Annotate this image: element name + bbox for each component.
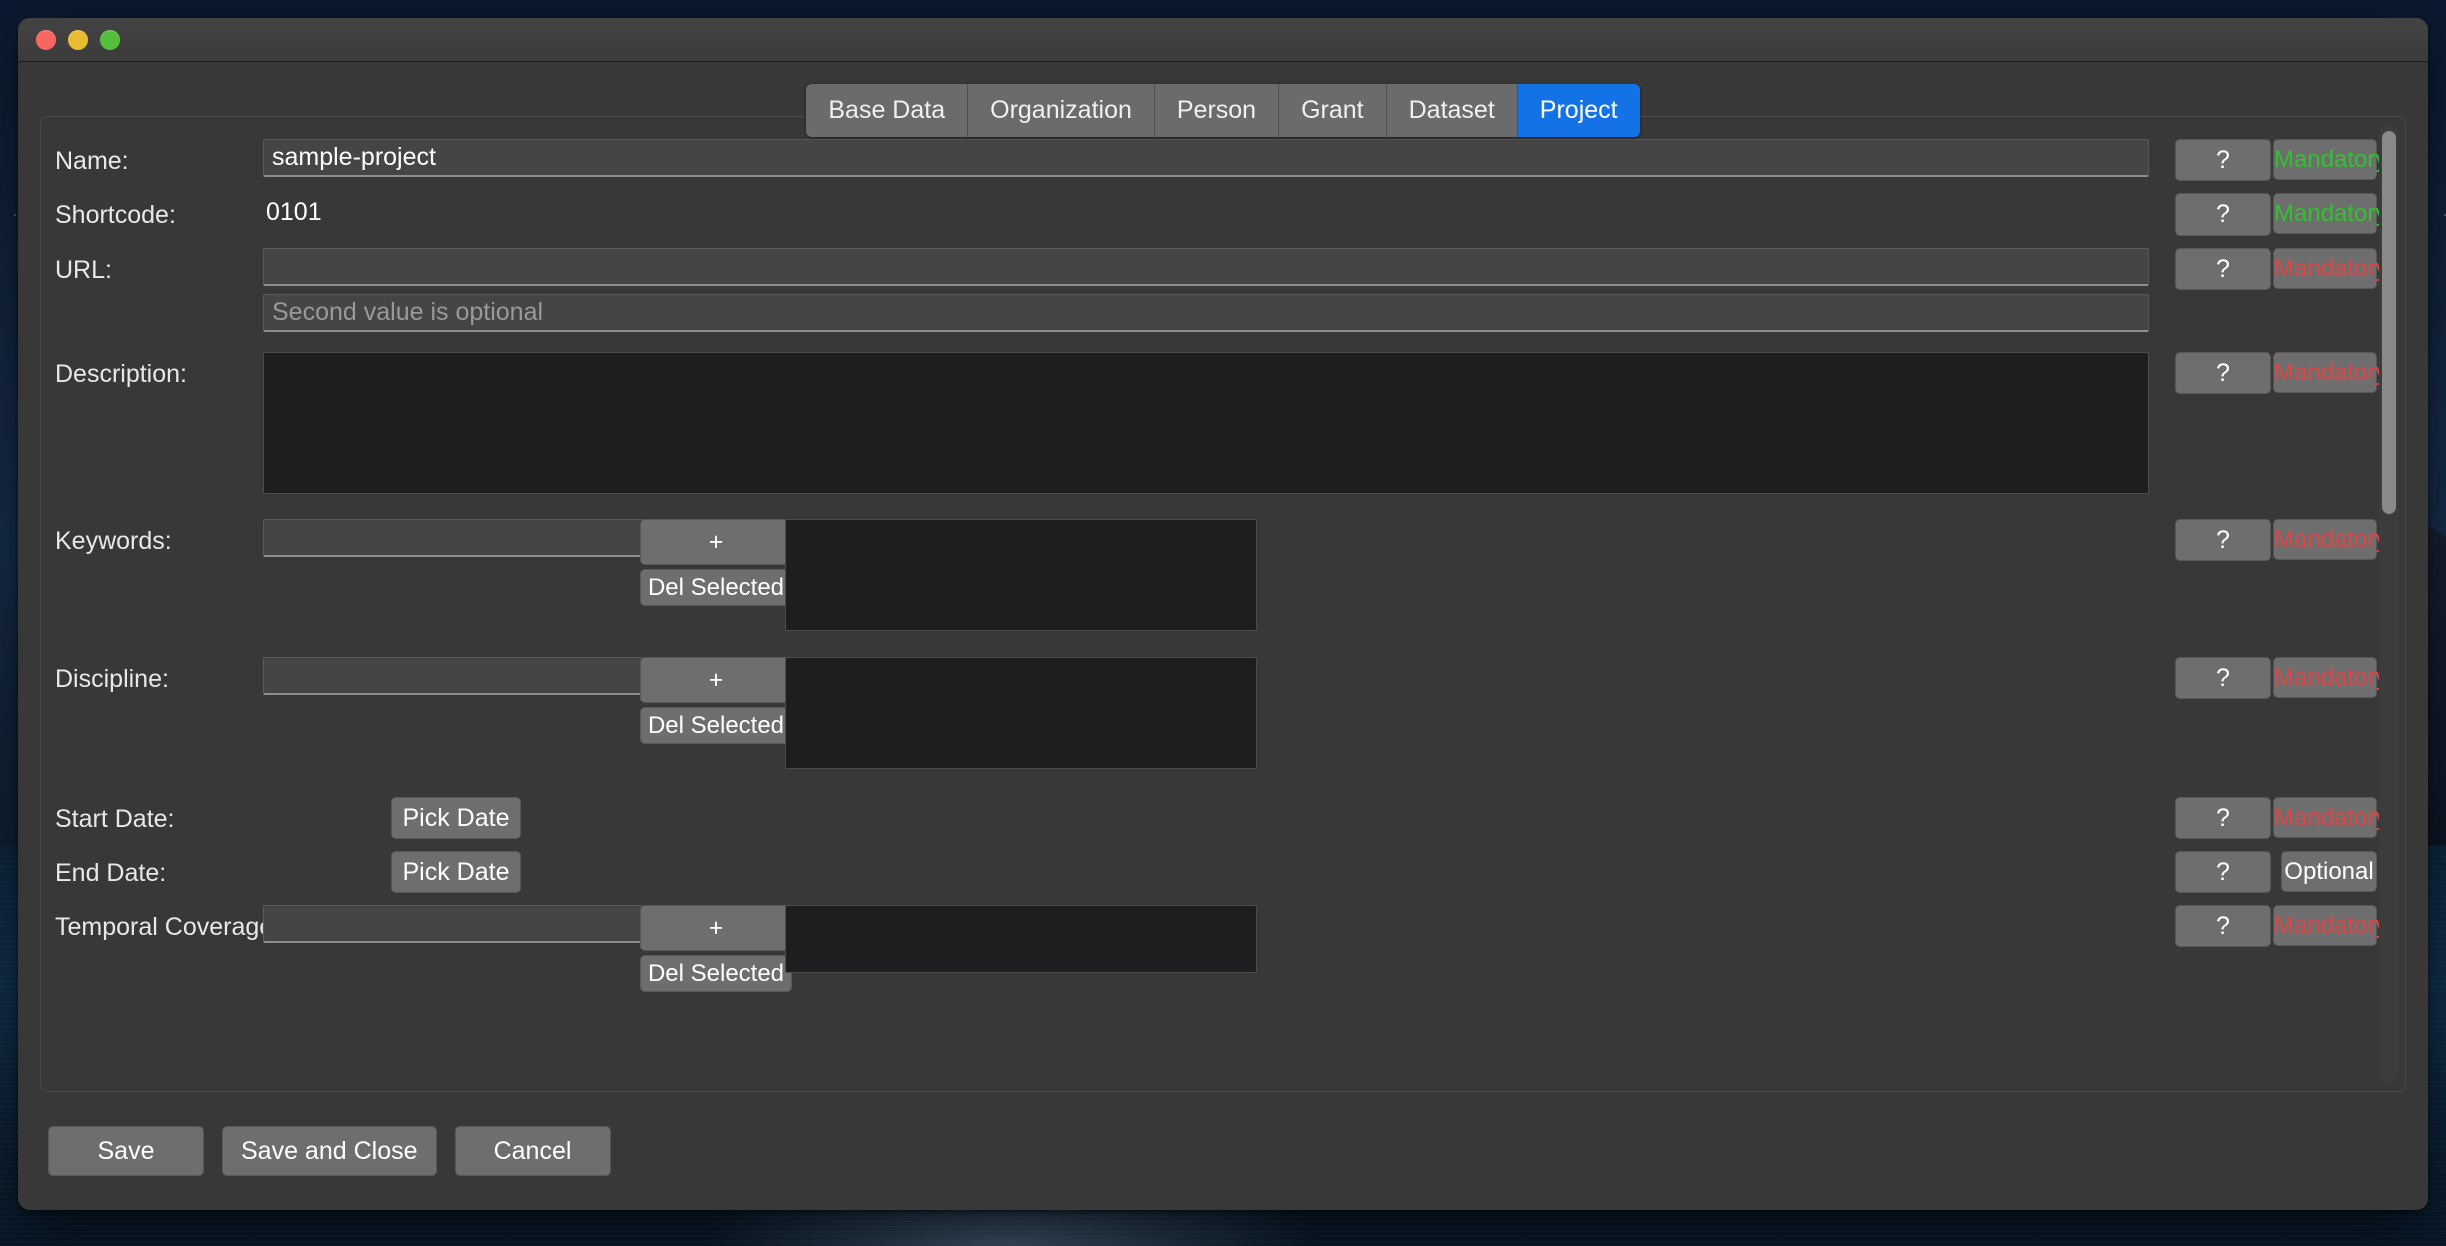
start-date-help-button[interactable]: ?: [2175, 796, 2271, 839]
keywords-label: Keywords:: [55, 526, 172, 555]
name-mandatory-badge[interactable]: Mandatory: [2273, 139, 2387, 181]
keywords-help-button[interactable]: ?: [2175, 518, 2271, 561]
form-grid: Name: ? Mandatory Shortcode: 0101: [55, 139, 2387, 993]
description-help-button[interactable]: ?: [2175, 351, 2271, 394]
keywords-list[interactable]: [785, 518, 1257, 631]
keywords-mandatory-badge[interactable]: Mandatory: [2273, 518, 2387, 560]
description-mandatory-badge[interactable]: Mandatory: [2273, 351, 2387, 393]
discipline-delete-selected-button[interactable]: Del Selected: [640, 706, 792, 744]
description-label: Description:: [55, 359, 187, 388]
form-scrollbar-thumb[interactable]: [2382, 131, 2396, 515]
shortcode-label: Shortcode:: [55, 201, 176, 230]
start-date-label: Start Date:: [55, 804, 175, 833]
discipline-mandatory-badge[interactable]: Mandatory: [2273, 656, 2387, 698]
application-window: Base Data Organization Person Grant Data…: [18, 18, 2428, 1210]
maximize-window-icon[interactable]: [100, 29, 120, 50]
tab-project[interactable]: Project: [1517, 84, 1640, 137]
start-date-pick-button[interactable]: Pick Date: [391, 796, 521, 839]
url-label: URL:: [55, 255, 112, 284]
temporal-coverage-list[interactable]: [785, 905, 1257, 973]
end-date-pick-button[interactable]: Pick Date: [391, 850, 521, 893]
window-body: Base Data Organization Person Grant Data…: [18, 62, 2428, 1210]
close-window-icon[interactable]: [36, 29, 56, 50]
start-date-mandatory-badge[interactable]: Mandatory: [2273, 796, 2387, 838]
temporal-coverage-mandatory-badge[interactable]: Mandatory: [2273, 905, 2387, 947]
name-input[interactable]: [263, 139, 2149, 177]
end-date-help-button[interactable]: ?: [2175, 850, 2271, 893]
temporal-coverage-add-button[interactable]: +: [640, 905, 792, 952]
tab-base-data[interactable]: Base Data: [806, 84, 969, 137]
keywords-input[interactable]: [263, 518, 643, 557]
temporal-coverage-help-button[interactable]: ?: [2175, 905, 2271, 948]
tab-dataset[interactable]: Dataset: [1386, 84, 1518, 137]
discipline-input[interactable]: [263, 656, 643, 695]
discipline-help-button[interactable]: ?: [2175, 656, 2271, 699]
tab-strip: Base Data Organization Person Grant Data…: [806, 84, 1640, 137]
shortcode-help-button[interactable]: ?: [2175, 193, 2271, 236]
end-date-optional-badge[interactable]: Optional: [2281, 850, 2377, 892]
traffic-light-group: [36, 29, 120, 50]
shortcode-value: 0101: [266, 198, 322, 227]
temporal-coverage-delete-selected-button[interactable]: Del Selected: [640, 955, 792, 993]
url-second-input[interactable]: [263, 293, 2149, 332]
cancel-button[interactable]: Cancel: [454, 1125, 611, 1177]
description-textarea[interactable]: [263, 351, 2149, 494]
temporal-coverage-input[interactable]: [263, 905, 643, 943]
discipline-add-button[interactable]: +: [640, 656, 792, 703]
window-titlebar: [18, 18, 2428, 62]
name-help-button[interactable]: ?: [2175, 139, 2271, 182]
save-button[interactable]: Save: [48, 1125, 204, 1177]
keywords-delete-selected-button[interactable]: Del Selected: [640, 568, 792, 606]
dialog-footer: Save Save and Close Cancel: [40, 1092, 2406, 1210]
save-and-close-button[interactable]: Save and Close: [222, 1125, 437, 1177]
shortcode-mandatory-badge[interactable]: Mandatory: [2273, 193, 2387, 235]
url-input[interactable]: [263, 247, 2149, 286]
name-label: Name:: [55, 147, 129, 175]
form-scroll-area: Name: ? Mandatory Shortcode: 0101: [41, 117, 2405, 1091]
form-panel: Name: ? Mandatory Shortcode: 0101: [40, 116, 2406, 1092]
minimize-window-icon[interactable]: [68, 29, 88, 50]
form-scrollbar-track[interactable]: [2379, 125, 2399, 1083]
end-date-label: End Date:: [55, 858, 167, 887]
tab-organization[interactable]: Organization: [968, 84, 1155, 137]
tab-person[interactable]: Person: [1154, 84, 1280, 137]
tab-grant[interactable]: Grant: [1279, 84, 1387, 137]
url-mandatory-badge[interactable]: Mandatory: [2273, 247, 2387, 289]
discipline-list[interactable]: [785, 656, 1257, 769]
temporal-coverage-label: Temporal Coverage:: [55, 913, 281, 941]
url-help-button[interactable]: ?: [2175, 247, 2271, 290]
discipline-label: Discipline:: [55, 664, 169, 693]
keywords-add-button[interactable]: +: [640, 518, 792, 565]
